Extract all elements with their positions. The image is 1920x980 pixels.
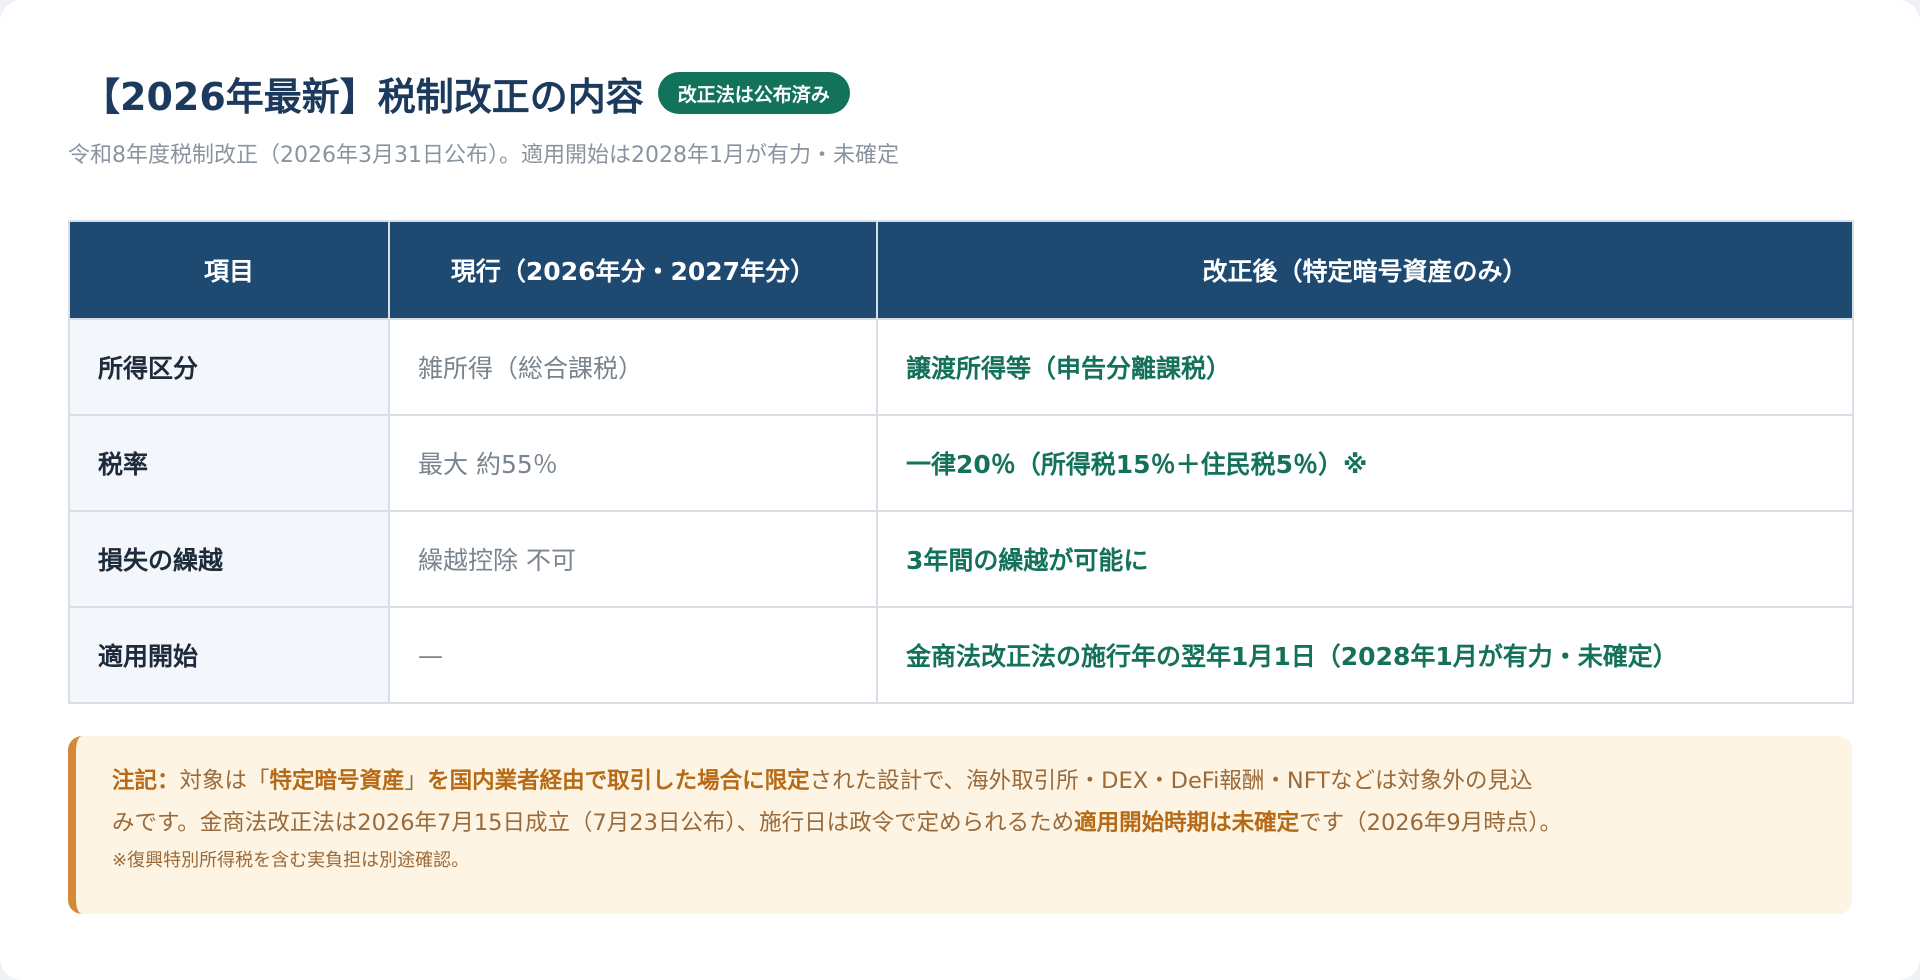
table-row: 適用開始 — 金商法改正法の施行年の翌年1月1日（2028年1月が有力・未確定） (68, 606, 1854, 704)
row-current-value: 最大 約55％ (388, 414, 878, 512)
row-current-value: 雑所得（総合課税） (388, 318, 878, 416)
note-footnote: ※復興特別所得税を含む実負担は別途確認。 (112, 850, 470, 871)
note-text: 」 (404, 768, 428, 794)
title-row: 【2026年最新】税制改正の内容 改正法は公布済み (68, 68, 1852, 119)
status-badge: 改正法は公布済み (657, 72, 850, 114)
note-emphasis: を国内業者経由で取引した場合に限定 (427, 768, 810, 794)
row-item-label: 適用開始 (68, 606, 390, 704)
row-revised-value: 金商法改正法の施行年の翌年1月1日（2028年1月が有力・未確定） (876, 606, 1854, 704)
note-label: 注記： (112, 768, 180, 794)
content-card: 【2026年最新】税制改正の内容 改正法は公布済み 令和8年度税制改正（2026… (0, 0, 1920, 980)
page-subtitle: 令和8年度税制改正（2026年3月31日公布）。適用開始は2028年1月が有力・… (68, 143, 899, 168)
note-text: みです。金商法改正法は2026年7月15日成立（7月23日公布）、施行日は政令で… (112, 810, 1075, 836)
row-item-label: 所得区分 (68, 318, 390, 416)
note-line-1: 注記：対象は「特定暗号資産」を国内業者経由で取引した場合に限定された設計で、海外… (112, 760, 1824, 802)
column-header-item: 項目 (68, 220, 390, 320)
note-line-2: みです。金商法改正法は2026年7月15日成立（7月23日公布）、施行日は政令で… (112, 802, 1824, 844)
row-revised-value: 一律20％（所得税15％＋住民税5％）※ (876, 414, 1854, 512)
comparison-table: 項目 現行（2026年分・2027年分） 改正後（特定暗号資産のみ） 所得区分 … (68, 220, 1854, 704)
table-row: 税率 最大 約55％ 一律20％（所得税15％＋住民税5％）※ (68, 414, 1854, 512)
row-revised-value: 3年間の繰越が可能に (876, 510, 1854, 608)
row-revised-value: 譲渡所得等（申告分離課税） (876, 318, 1854, 416)
table-header-row: 項目 現行（2026年分・2027年分） 改正後（特定暗号資産のみ） (68, 220, 1854, 320)
column-header-revised: 改正後（特定暗号資産のみ） (876, 220, 1854, 320)
column-header-current: 現行（2026年分・2027年分） (388, 220, 878, 320)
row-item-label: 税率 (68, 414, 390, 512)
note-emphasis: 特定暗号資産 (269, 768, 405, 794)
note-box: 注記：対象は「特定暗号資産」を国内業者経由で取引した場合に限定された設計で、海外… (68, 736, 1852, 914)
row-current-value: — (388, 606, 878, 704)
table-row: 損失の繰越 繰越控除 不可 3年間の繰越が可能に (68, 510, 1854, 608)
row-current-value: 繰越控除 不可 (388, 510, 878, 608)
note-text: 対象は「 (179, 768, 270, 794)
page-title: 【2026年最新】税制改正の内容 (82, 74, 644, 119)
note-emphasis: 適用開始時期は未確定 (1074, 810, 1300, 836)
note-text: です（2026年9月時点）。 (1299, 810, 1562, 836)
note-text: された設計で、海外取引所・DEX・DeFi報酬・NFTなどは対象外の見込 (809, 768, 1533, 794)
table-row: 所得区分 雑所得（総合課税） 譲渡所得等（申告分離課税） (68, 318, 1854, 416)
row-item-label: 損失の繰越 (68, 510, 390, 608)
